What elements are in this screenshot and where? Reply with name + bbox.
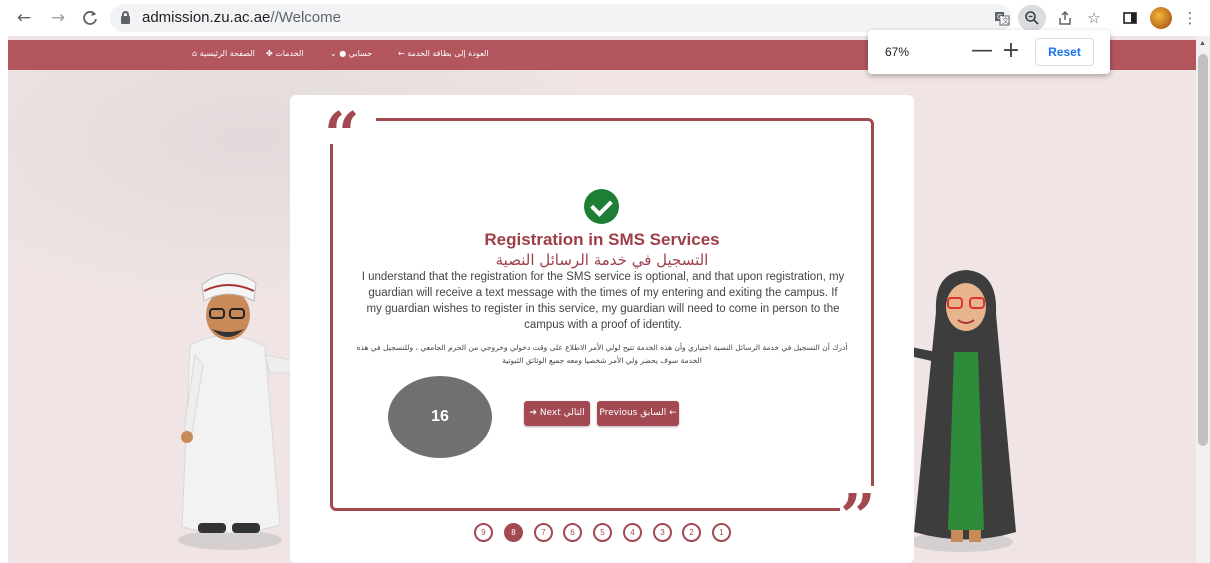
page-step-1[interactable]: 1 [712,523,731,542]
arrow-left-icon: ← [398,49,405,58]
previous-button[interactable]: Previous السابق ← [597,401,679,426]
forward-arrow-icon[interactable]: → [48,8,68,28]
translate-icon[interactable]: G文 [992,8,1012,28]
terms-text-arabic: أدرك أن التسجيل في خدمة الرسائل النصية ا… [356,343,848,365]
page-scrollbar[interactable]: ▲ [1196,36,1210,563]
nav-services-link[interactable]: ✤ الخدمات [266,49,304,58]
step-number-badge: 16 [388,376,492,458]
user-icon: ● [339,49,347,58]
zoom-reset-button[interactable]: Reset [1035,38,1094,66]
nav-back-to-card-link[interactable]: ← العودة إلى بطاقة الخدمة [398,49,489,58]
services-icon: ✤ [266,49,273,58]
page-step-3[interactable]: 3 [653,523,672,542]
check-circle-icon [584,189,619,224]
svg-text:文: 文 [1002,16,1009,25]
page-step-2[interactable]: 2 [682,523,701,542]
menu-icon[interactable]: ⋮ [1180,8,1200,28]
side-panel-icon[interactable] [1120,8,1140,28]
scrollbar-thumb[interactable] [1198,54,1208,446]
terms-text-english: I understand that the registration for t… [361,271,845,331]
zoom-icon[interactable] [1018,5,1046,31]
page-step-8[interactable]: 8 [504,523,523,542]
scroll-up-icon[interactable]: ▲ [1199,40,1206,47]
page-step-4[interactable]: 4 [623,523,642,542]
chevron-down-icon: ⌄ [330,49,337,58]
page-step-7[interactable]: 7 [534,523,553,542]
back-arrow-icon[interactable]: ← [14,8,34,28]
page-step-9[interactable]: 9 [474,523,493,542]
zoom-level: 67% [885,45,910,59]
zoom-in-button[interactable]: + [999,36,1023,66]
zoom-popup: 67% — + Reset [868,30,1110,74]
nav-home-link[interactable]: ⌂ الصفحة الرئيسية [192,49,255,58]
lock-icon[interactable] [121,11,130,24]
home-icon: ⌂ [192,49,198,58]
zoom-out-button[interactable]: — [970,36,994,66]
page-title: Registration in SMS Services [484,230,720,249]
nav-account-link[interactable]: ⌄ ● حسابي [330,49,372,58]
profile-avatar[interactable] [1150,7,1172,29]
page-step-5[interactable]: 5 [593,523,612,542]
page-title-arabic: التسجيل في خدمة الرسائل النصية [495,251,709,269]
open-quote-icon: “ [320,104,376,166]
bookmark-star-icon[interactable]: ☆ [1084,8,1104,28]
close-quote-icon: ” [840,486,886,548]
share-icon[interactable] [1055,8,1075,28]
page-step-6[interactable]: 6 [563,523,582,542]
url-text[interactable]: admission.zu.ac.ae//Welcome [142,9,341,26]
next-button[interactable]: ➔ Next التالي [524,401,590,426]
reload-icon[interactable] [80,8,100,28]
